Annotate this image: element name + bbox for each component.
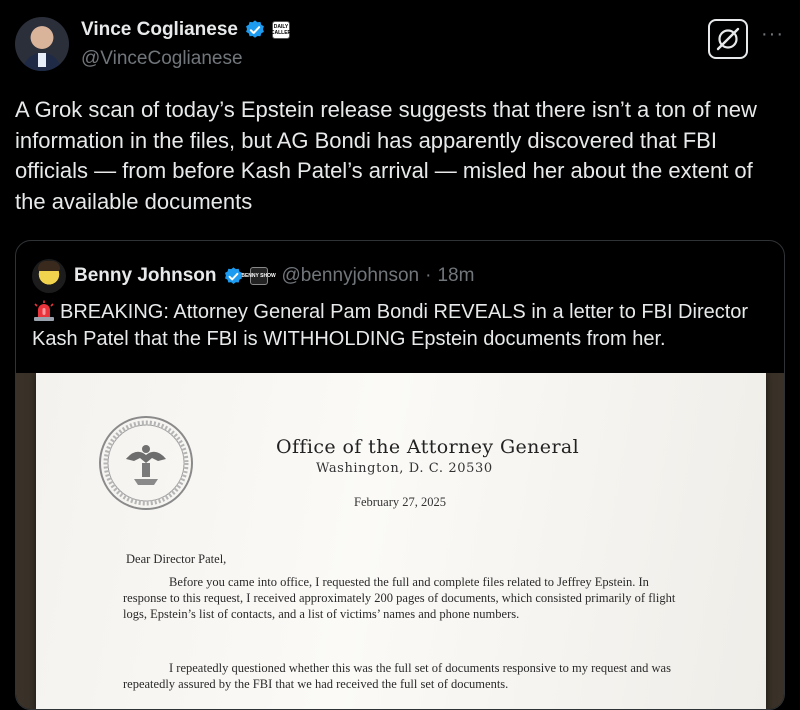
letter-date: February 27, 2025 bbox=[354, 495, 446, 509]
author-name-row: Vince Coglianese DAILY CALLER bbox=[81, 19, 292, 41]
affiliation-badge-icon[interactable]: DAILY CALLER bbox=[270, 21, 292, 39]
quote-text: BREAKING: Attorney General Pam Bondi REV… bbox=[32, 299, 772, 353]
avatar-hair bbox=[38, 261, 60, 271]
grok-icon bbox=[716, 27, 740, 51]
quote-header: Benny Johnson BENNY SHOW @bennyjohnson ·… bbox=[32, 259, 474, 293]
verified-badge-icon[interactable] bbox=[244, 19, 266, 41]
more-options-button[interactable]: ··· bbox=[761, 24, 785, 48]
letter-paragraph-1: Before you came into office, I requested… bbox=[123, 575, 676, 621]
author-handle[interactable]: @VinceCoglianese bbox=[81, 48, 243, 70]
tweet-text: A Grok scan of today’s Epstein release s… bbox=[15, 97, 757, 214]
letter-salutation: Dear Director Patel, bbox=[126, 552, 227, 566]
quote-handle[interactable]: @bennyjohnson bbox=[282, 265, 420, 287]
quote-media-image[interactable]: Office of the Attorney General Washingto… bbox=[16, 373, 784, 709]
grok-button[interactable] bbox=[708, 19, 748, 59]
quote-author-avatar[interactable] bbox=[32, 259, 66, 293]
letter-document: Office of the Attorney General Washingto… bbox=[36, 373, 766, 709]
quote-affiliation-badge-icon[interactable]: BENNY SHOW bbox=[241, 267, 276, 285]
quote-display-name[interactable]: Benny Johnson bbox=[74, 265, 217, 287]
author-display-name[interactable]: Vince Coglianese bbox=[81, 19, 238, 41]
author-avatar[interactable] bbox=[15, 17, 69, 71]
affiliation-badge-label: DAILY CALLER bbox=[270, 24, 292, 36]
doj-seal-icon bbox=[99, 416, 193, 510]
letterhead-title: Office of the Attorney General bbox=[276, 436, 580, 458]
avatar-shirt bbox=[38, 53, 46, 67]
letter-paragraph-2: I repeatedly questioned whether this was… bbox=[123, 661, 671, 691]
quote-affiliation-badge-label: BENNY SHOW bbox=[241, 273, 276, 279]
quote-timestamp[interactable]: 18m bbox=[437, 265, 474, 287]
quoted-tweet-card[interactable]: Benny Johnson BENNY SHOW @bennyjohnson ·… bbox=[15, 240, 785, 710]
letterhead-address: Washington, D. C. 20530 bbox=[316, 461, 493, 476]
quote-separator: · bbox=[425, 265, 432, 286]
police-light-icon bbox=[34, 300, 54, 321]
quote-text-content: BREAKING: Attorney General Pam Bondi REV… bbox=[32, 301, 749, 350]
